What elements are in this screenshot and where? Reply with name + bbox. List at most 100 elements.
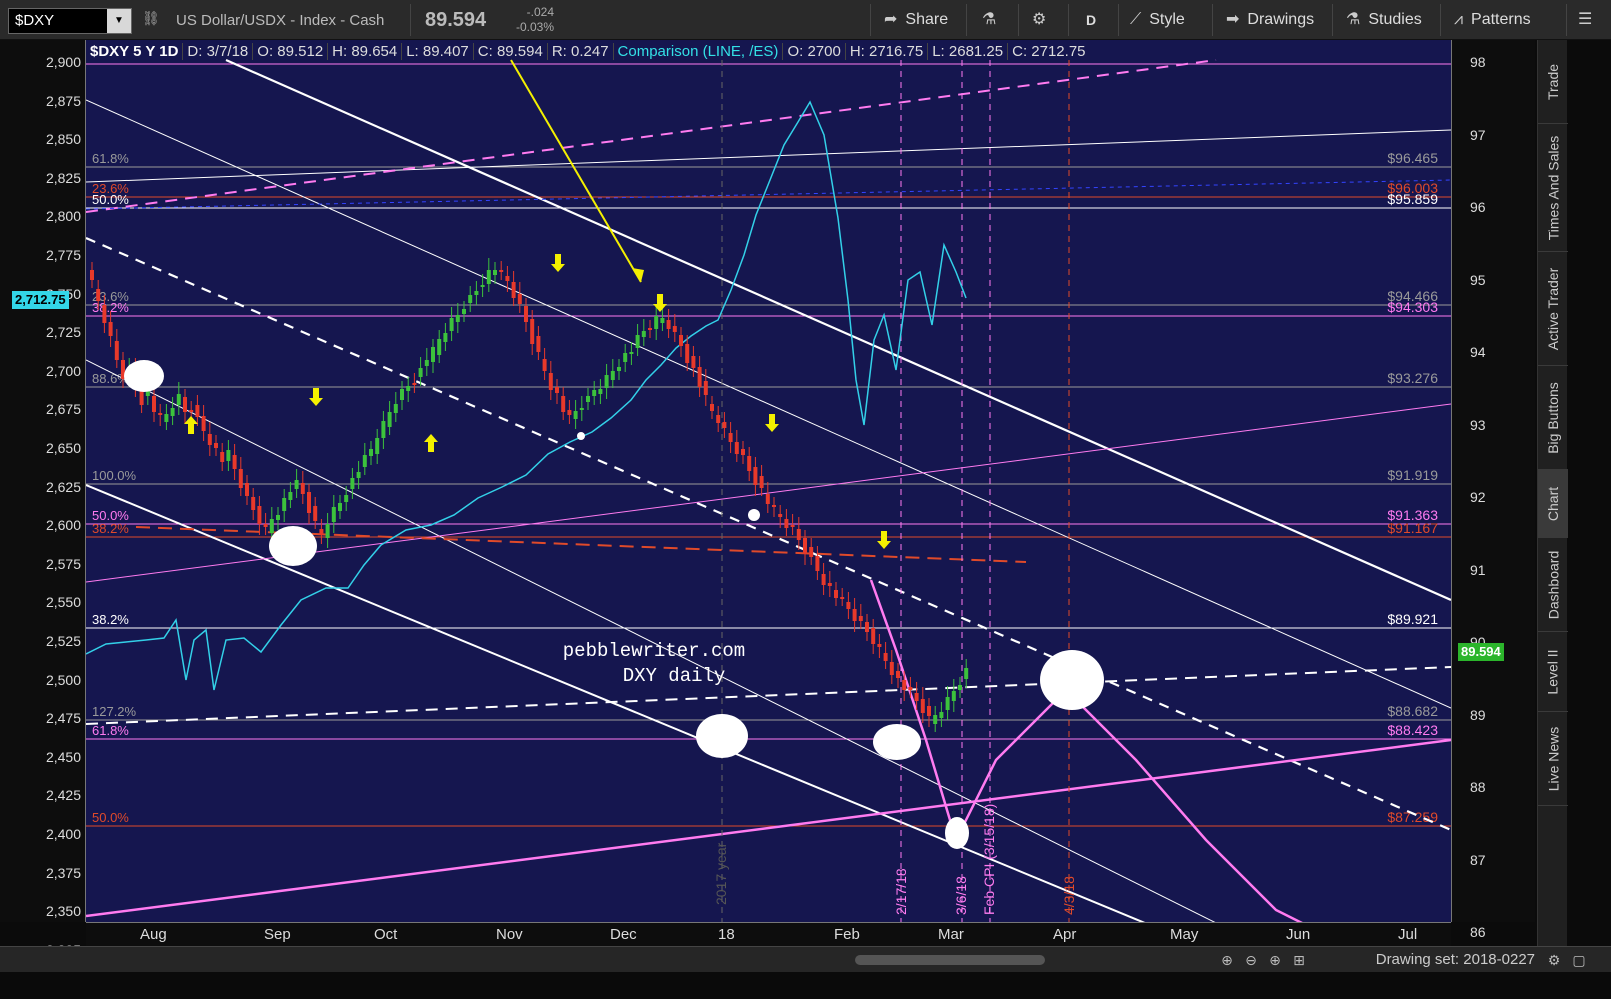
period-selector[interactable]: D [1086,0,1096,40]
candle-body [772,505,776,507]
side-tab-times-and-sales[interactable]: Times And Sales [1538,124,1568,252]
side-tab-big-buttons[interactable]: Big Buttons [1538,366,1568,470]
left-axis-tick: 2,575 [45,555,81,572]
candle-body [821,574,826,585]
candle-body [356,472,361,478]
candle-body [765,494,770,504]
left-axis-tick: 2,700 [45,362,81,379]
studies-button[interactable]: ⚗ Studies [1346,0,1422,40]
candle-body [214,443,218,448]
candle-body [703,381,708,395]
candle-body [964,668,969,679]
divider [1440,4,1441,36]
side-tab-dashboard[interactable]: Dashboard [1538,538,1568,632]
yellow-down-arrow [877,531,891,549]
candle-body [592,390,597,396]
side-tab-trade[interactable]: Trade [1538,40,1568,124]
marker-dot [748,509,760,521]
candle-body [784,519,789,528]
candle-body [245,483,249,496]
candle-body [362,455,367,467]
side-tab-label: Level II [1545,648,1562,695]
crosshair-icon[interactable]: ⊕ [1218,951,1236,969]
fib-left-label: 50.0% [92,192,129,207]
candle-body [282,498,287,511]
candle-body [883,653,888,661]
candle-body [920,699,925,713]
settings-button[interactable]: ⚙ [1032,0,1046,40]
drawing-set-label[interactable]: Drawing set: 2018-0227 [1376,951,1535,968]
side-tab-level-ii[interactable]: Level II [1538,632,1568,712]
time-axis-tick: Apr [1053,926,1077,943]
candle-body [834,590,838,598]
share-button[interactable]: ➦ Share [884,0,948,40]
fib-left-label: 38.2% [92,521,129,536]
date-label: Feb CPI (3/15/18) [981,804,997,915]
symbol-selector[interactable]: $DXY ▼ [8,8,132,34]
right-price-axis[interactable]: 98 97 96 95 94 93 92 91 90 89 88 87 86 89.594 [1451,40,1535,940]
candle-body [827,583,832,586]
candle-body [710,404,714,411]
link-icon[interactable]: ⛓ [142,10,160,30]
candle-body [927,706,931,716]
candle-body [158,413,163,415]
candle-body [803,538,807,554]
info-symbol: $DXY 5 Y 1D [86,42,184,60]
candle-body [728,433,733,442]
watermark-subtitle: DXY daily [623,665,726,687]
channel-lower-thin-line [86,359,1216,922]
candle-body [288,492,293,500]
zoom-out-icon[interactable]: ⊖ [1242,951,1260,969]
drawings-button[interactable]: ➡ Drawings [1226,0,1314,40]
side-tab-active-trader[interactable]: Active Trader [1538,252,1568,366]
chevron-down-icon[interactable]: ▼ [107,9,131,33]
info-close: C: 89.594 [474,42,548,60]
right-axis-tick: 87 [1470,851,1486,868]
divider [1068,4,1069,36]
candle-body [567,410,572,415]
zoom-in-icon[interactable]: ⊕ [1266,951,1284,969]
time-scrollbar[interactable] [855,955,1045,965]
candle-body [579,408,584,410]
candle-body [325,524,330,538]
flask-button[interactable]: ⚗ [982,0,996,40]
info-open: O: 89.512 [253,42,329,60]
change-value: -.024 [526,5,554,19]
candle-body [945,697,950,710]
settings-icon[interactable]: ⚙ [1545,951,1563,969]
candle-body [195,405,200,417]
candle-body [796,529,801,540]
left-axis-tick: 2,850 [45,131,81,148]
left-axis-tick: 2,475 [45,710,81,727]
fib-right-label: $95.859 [1387,191,1438,207]
time-axis[interactable]: Aug Sep Oct Nov Dec 18 Feb Mar Apr May Jun Jul [86,922,1451,946]
candle-body [189,410,194,412]
right-axis-tick: 92 [1470,489,1486,505]
symbol-text: $DXY [15,12,55,29]
symbol-description: US Dollar/USDX - Index - Cash [176,12,385,29]
side-tab-label: Live News [1545,726,1561,791]
maximize-icon[interactable]: ▢ [1570,951,1588,969]
candle-body [641,331,646,337]
side-tab-chart[interactable]: Chart [1538,470,1568,538]
year-marker-label: 2017 year [713,842,729,905]
chart-canvas[interactable]: 61.8% $96.46523.6% $96.00350.0% $95.85923.6… [86,40,1451,922]
candle-body [654,316,659,329]
candle-body [331,507,336,522]
candle-body [338,503,342,511]
candle-body [691,356,696,368]
candle-body [238,469,243,488]
left-axis-tick: 2,825 [45,169,81,186]
menu-button[interactable]: ☰ [1578,0,1592,40]
style-button[interactable]: ⟋ Style [1130,0,1185,40]
candle-body [102,305,107,323]
candle-body [114,341,119,360]
left-price-axis[interactable]: 2,9002,8752,8502,8252,8002,7752,7502,725… [0,40,86,996]
chart-plot-area[interactable]: 61.8% $96.465 23.6% $96.003 50.0% $95.859 23.6… [86,40,1451,922]
patterns-button[interactable]: ⩘ Patterns [1454,0,1531,40]
drawings-label: Drawings [1247,11,1315,28]
side-tab-live-news[interactable]: Live News [1538,712,1568,806]
candle-body [517,294,522,304]
zoom-box-icon[interactable]: ⊞ [1290,951,1308,969]
candle-body [220,452,225,462]
